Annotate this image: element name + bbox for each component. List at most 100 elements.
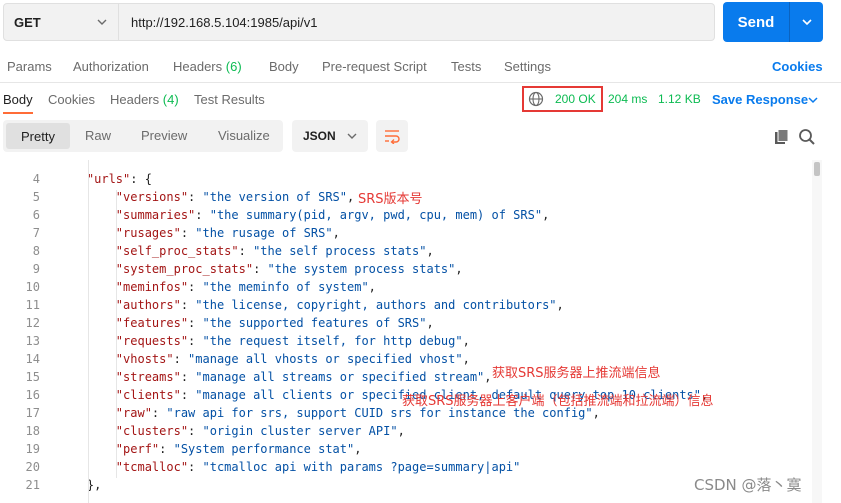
json-key: "authors" (115, 298, 181, 312)
tab-params[interactable]: Params (7, 59, 52, 74)
json-colon: : (188, 190, 203, 204)
chevron-down-icon (347, 133, 357, 139)
response-view-toolbar: Pretty Raw Preview Visualize JSON (0, 118, 841, 158)
code-text: "perf": "System performance stat", (58, 442, 362, 456)
url-input[interactable]: http://192.168.5.104:1985/api/v1 (119, 3, 715, 41)
annotation-versions: SRS版本号 (358, 192, 423, 207)
json-punct: , (462, 334, 470, 348)
send-options-button[interactable] (790, 16, 823, 28)
json-key: "rusages" (115, 226, 181, 240)
response-tab-test-results[interactable]: Test Results (194, 92, 265, 107)
code-line: 18 "clusters": "origin cluster server AP… (0, 422, 812, 440)
globe-icon (528, 91, 544, 107)
copy-icon[interactable] (774, 129, 790, 145)
json-value: "manage all vhosts or specified vhost" (188, 352, 463, 366)
line-number: 15 (25, 370, 40, 384)
format-select[interactable]: JSON (292, 120, 368, 152)
json-value: "the meminfo of system" (202, 280, 369, 294)
code-text: "meminfos": "the meminfo of system", (58, 280, 376, 294)
format-label: JSON (303, 129, 336, 143)
json-key: "self_proc_stats" (115, 244, 239, 258)
line-number: 10 (25, 280, 40, 294)
code-line: 13 "requests": "the request itself, for … (0, 332, 812, 350)
json-value: "tcmalloc api with params ?page=summary|… (202, 460, 521, 474)
view-pretty[interactable]: Pretty (6, 123, 70, 149)
json-colon: : (151, 406, 167, 420)
json-punct: , (426, 316, 434, 330)
status-code[interactable]: 200 OK (555, 92, 596, 106)
view-raw[interactable]: Raw (85, 128, 111, 143)
indent-guide (116, 190, 117, 478)
vertical-scrollbar[interactable] (812, 160, 822, 503)
json-colon: : (188, 424, 203, 438)
response-size[interactable]: 1.12 KB (658, 92, 701, 106)
line-number: 19 (25, 442, 40, 456)
method-select[interactable]: GET (3, 3, 119, 41)
line-number: 9 (32, 262, 40, 276)
response-tab-cookies[interactable]: Cookies (48, 92, 95, 107)
response-tab-body[interactable]: Body (3, 92, 33, 107)
code-line: 9 "system_proc_stats": "the system proce… (0, 260, 812, 278)
code-text: "summaries": "the summary(pid, argv, pwd… (58, 208, 550, 222)
save-response-button[interactable]: Save Response (712, 92, 808, 107)
response-tab-headers-label: Headers (110, 92, 160, 107)
json-punct: , (556, 298, 564, 312)
response-tab-headers[interactable]: Headers (4) (110, 92, 179, 107)
json-key: "streams" (115, 370, 181, 384)
json-value: "origin cluster server API" (202, 424, 398, 438)
json-value: "the system process stats" (267, 262, 456, 276)
response-body-editor[interactable]: 4 "urls": {5 "versions": "the version of… (0, 160, 812, 503)
code-text: "rusages": "the rusage of SRS", (58, 226, 340, 240)
json-key: "summaries" (115, 208, 196, 222)
search-icon[interactable] (798, 128, 816, 146)
line-number: 6 (32, 208, 40, 222)
tab-settings[interactable]: Settings (504, 59, 551, 74)
json-colon: : (253, 262, 268, 276)
json-punct: , (332, 226, 340, 240)
json-key: "features" (115, 316, 189, 330)
tab-prerequest-script[interactable]: Pre-request Script (322, 59, 427, 74)
scrollbar-thumb[interactable] (814, 162, 820, 176)
json-key: "raw" (115, 406, 152, 420)
tab-body[interactable]: Body (269, 59, 299, 74)
response-time[interactable]: 204 ms (608, 92, 647, 106)
line-number: 21 (25, 478, 40, 492)
line-number: 18 (25, 424, 40, 438)
wrap-lines-icon (385, 130, 400, 144)
line-number: 13 (25, 334, 40, 348)
code-line: 15 "streams": "manage all streams or spe… (0, 368, 812, 386)
json-key: "clusters" (115, 424, 189, 438)
tab-headers[interactable]: Headers (6) (173, 59, 242, 74)
json-colon: : (159, 442, 174, 456)
json-key: "tcmalloc" (115, 460, 189, 474)
wrap-lines-button[interactable] (376, 120, 408, 152)
code-text: "clusters": "origin cluster server API", (58, 424, 405, 438)
view-preview[interactable]: Preview (141, 128, 187, 143)
json-value: "the summary(pid, argv, pwd, cpu, mem) o… (209, 208, 543, 222)
line-number: 4 (32, 172, 40, 186)
view-visualize[interactable]: Visualize (218, 128, 270, 143)
json-value: { (144, 172, 152, 186)
cookies-link[interactable]: Cookies (772, 59, 823, 74)
chevron-down-icon[interactable] (807, 94, 819, 106)
code-line: 4 "urls": { (0, 170, 812, 188)
send-button[interactable]: Send (723, 2, 823, 42)
tab-tests[interactable]: Tests (451, 59, 481, 74)
json-value: "System performance stat" (173, 442, 355, 456)
code-text: }, (58, 478, 101, 492)
line-number: 14 (25, 352, 40, 366)
view-mode-switch: Pretty Raw Preview Visualize (3, 120, 283, 152)
tab-authorization[interactable]: Authorization (73, 59, 149, 74)
json-punct: , (455, 262, 463, 276)
json-colon: : (180, 298, 196, 312)
line-number: 16 (25, 388, 40, 402)
